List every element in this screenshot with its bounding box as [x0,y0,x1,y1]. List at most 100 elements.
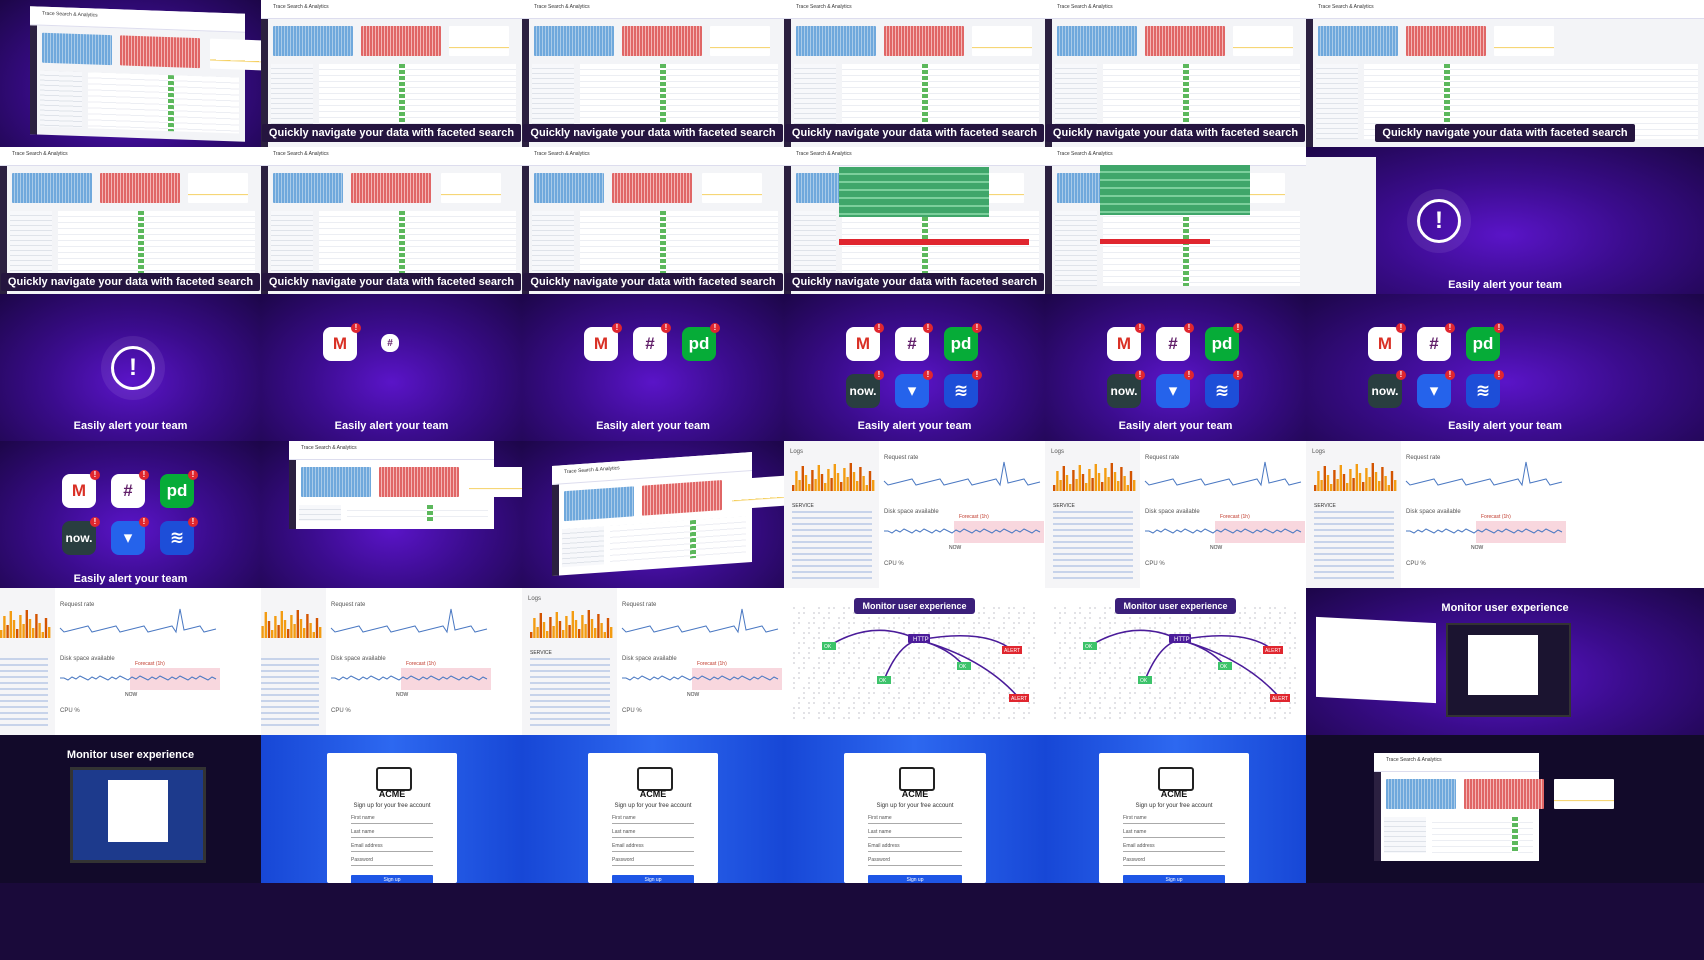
alert-badge: ! [612,323,622,333]
signup-field-1[interactable]: Last name [351,829,433,838]
svg-text:OK: OK [1140,678,1148,684]
facet-panel[interactable] [299,505,341,521]
frame-r2-c5: Trace Search & Analytics [1045,147,1306,294]
signup-field-0[interactable]: First name [868,815,962,824]
svg-text:Disk space available: Disk space available [60,656,115,662]
errors-chart [1406,26,1486,56]
app-window: Trace Search & Analytics [1374,753,1614,861]
errors-chart [379,467,459,497]
facet-panel[interactable] [1055,211,1097,286]
signup-field-3[interactable]: Password [868,857,962,866]
signup-field-0[interactable]: First name [612,815,694,824]
caption-text: Quickly navigate your data with faceted … [1045,124,1306,142]
requests-chart [12,173,92,203]
gmail-icon: M [62,474,96,508]
jira-icon: ≋ [944,374,978,408]
metrics-dashboard: LogsRequest rateDisk space availableFore… [0,588,261,735]
caption-text: Easily alert your team [857,420,972,432]
svg-text:CPU %: CPU % [622,708,642,714]
signup-field-2[interactable]: Email address [868,843,962,852]
brand-name: ACME [639,789,667,799]
requests-chart [1386,779,1456,809]
alert-badge: ! [1445,370,1455,380]
brand-name: ACME [378,789,406,799]
svg-text:Request rate: Request rate [622,602,657,608]
frame-caption: Quickly navigate your data with faceted … [522,273,784,291]
facet-panel[interactable] [40,70,82,129]
frame-r6-c3: ACME Sign up for your free account First n… [522,735,784,883]
svg-text:Forecast (1h): Forecast (1h) [1481,514,1511,520]
errors-chart [1145,26,1225,56]
pagerduty-icon: pd [1466,327,1500,361]
svg-text:Forecast (1h): Forecast (1h) [135,661,165,667]
caption-text: Quickly navigate your data with faceted … [261,124,522,142]
signup-field-1[interactable]: Last name [1123,829,1225,838]
caption-text: Quickly navigate your data with faceted … [523,273,783,291]
signup-field-2[interactable]: Email address [612,843,694,852]
svg-text:Forecast (1h): Forecast (1h) [1220,514,1250,520]
frame-r4-c5: Logs Request rate Disk space available Fore… [1045,441,1306,588]
window-title: Trace Search & Analytics [273,4,329,10]
status-column [168,75,174,132]
slack-icon: # [111,474,145,508]
latency-chart [1494,26,1554,56]
signup-subtitle: Sign up for your free account [876,803,954,809]
servicenow-icon: now. [846,374,880,408]
svg-text:NOW: NOW [396,692,409,698]
facet-panel[interactable] [1384,817,1426,853]
window-title: Trace Search & Analytics [301,445,357,451]
app-header: Trace Search & Analytics [784,0,1045,19]
svg-text:Logs: Logs [1312,449,1325,455]
caption-text: Easily alert your team [73,573,188,585]
signup-field-3[interactable]: Password [351,857,433,866]
slack-icon: # [381,334,399,352]
signup-field-2[interactable]: Email address [1123,843,1225,852]
frame-r5-c2: LogsRequest rateDisk space availableFore… [261,588,522,735]
svg-text:NOW: NOW [687,692,700,698]
alert-badge: ! [1494,323,1504,333]
app-header: Trace Search & Analytics [1374,753,1539,772]
signup-field-2[interactable]: Email address [351,843,433,852]
signup-field-3[interactable]: Password [612,857,694,866]
signup-field-0[interactable]: First name [1123,815,1225,824]
signup-button[interactable]: Sign up [868,875,962,883]
alert-icon: ! [1417,199,1461,243]
signup-button[interactable]: Sign up [1123,875,1225,883]
gmail-icon: M [584,327,618,361]
signup-field-0[interactable]: First name [351,815,433,824]
alert-badge: ! [1135,323,1145,333]
signup-button[interactable]: Sign up [351,875,433,883]
app-header: Trace Search & Analytics [522,147,784,166]
error-span [839,239,1029,245]
frame-caption: Quickly navigate your data with faceted … [261,124,522,142]
frame-caption: Quickly navigate your data with faceted … [1045,124,1306,142]
signup-button[interactable]: Sign up [612,875,694,883]
alert-badge: ! [972,370,982,380]
app-header: Trace Search & Analytics [1045,147,1306,166]
pagerduty-icon: pd [682,327,716,361]
window-title: Trace Search & Analytics [534,4,590,10]
frame-caption: Quickly navigate your data with faceted … [1306,124,1704,142]
signup-preview [108,780,168,842]
alert-badge: ! [1184,323,1194,333]
signup-field-1[interactable]: Last name [612,829,694,838]
gmail-icon: M [323,327,357,361]
metrics-dashboard: LogsRequest rateDisk space availableFore… [522,588,783,735]
frame-r6-c2: ACME Sign up for your free account First n… [261,735,522,883]
servicenow-icon: now. [1368,374,1402,408]
app-sidebar [522,147,529,294]
signup-field-1[interactable]: Last name [868,829,962,838]
latency-chart [710,26,770,56]
frame-r6-c4: ACME Sign up for your free account First n… [784,735,1045,883]
requests-chart [1057,26,1137,56]
frame-r5-c6: Monitor user experience [1306,588,1704,735]
jira-icon: ≋ [1466,374,1500,408]
facet-panel[interactable] [562,526,604,568]
signup-field-3[interactable]: Password [1123,857,1225,866]
frame-caption: Easily alert your team [261,420,522,432]
frame-r1-c1: Trace Search & Analytics [0,0,261,147]
svg-text:NOW: NOW [125,692,138,698]
latency-chart [449,26,509,56]
frame-caption: Easily alert your team [784,420,1045,432]
window-title: Trace Search & Analytics [796,4,852,10]
